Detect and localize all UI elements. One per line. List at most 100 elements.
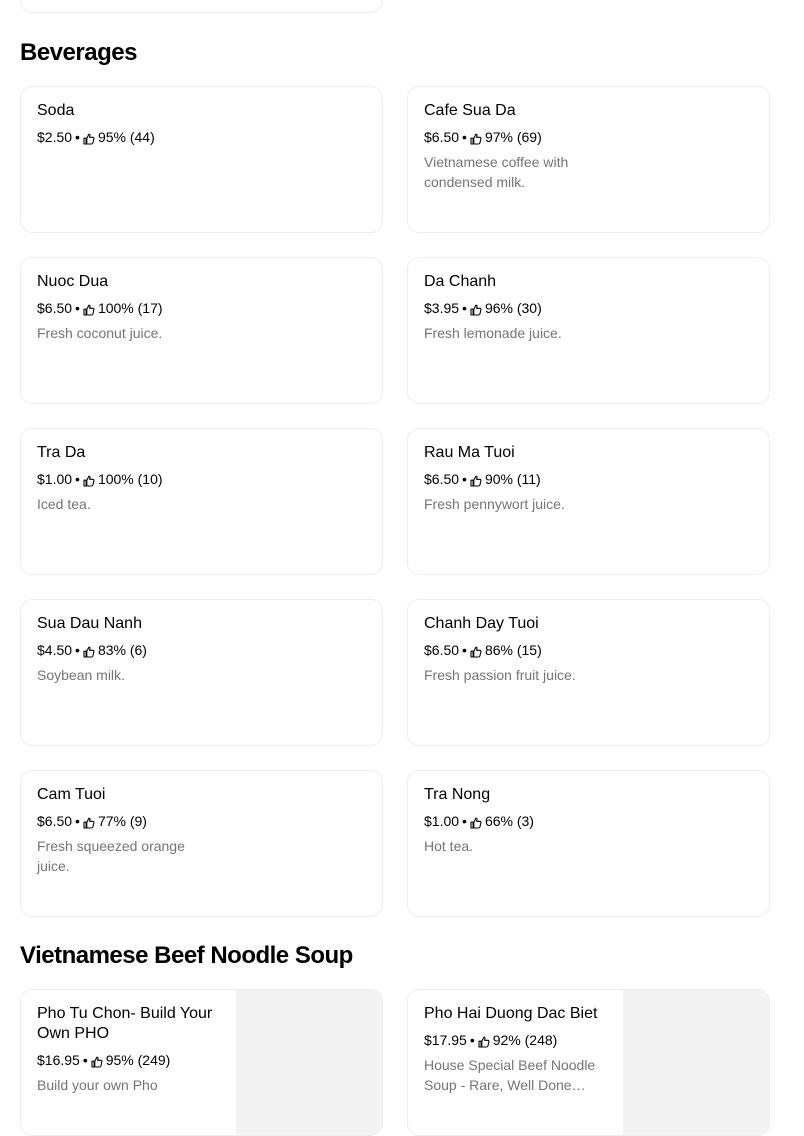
menu-item-card[interactable]: Cafe Sua Da $6.50 • 97% (69) Vietnamese coff… bbox=[407, 86, 770, 233]
item-rating: 90% (11) bbox=[484, 471, 541, 487]
item-price: $6.50 bbox=[37, 813, 73, 829]
thumbs-up-icon bbox=[470, 473, 482, 487]
item-price: $4.50 bbox=[37, 642, 73, 658]
separator: • bbox=[75, 300, 80, 316]
menu-item-card-partial[interactable] bbox=[20, 0, 383, 13]
item-name: Cafe Sua Da bbox=[424, 102, 516, 119]
item-meta: $6.50 • 86% (15) bbox=[424, 641, 542, 659]
item-rating: 95% (44) bbox=[97, 129, 155, 145]
separator: • bbox=[462, 129, 467, 145]
menu-item-card[interactable]: Tra Nong $1.00 • 66% (3) Hot tea. bbox=[407, 770, 770, 917]
separator: • bbox=[462, 813, 467, 829]
item-price: $2.50 bbox=[37, 129, 73, 145]
item-name: Nuoc Dua bbox=[37, 273, 109, 290]
thumbs-up-icon bbox=[470, 302, 482, 316]
thumbs-up-icon bbox=[470, 131, 482, 145]
thumbs-up-icon bbox=[83, 815, 95, 829]
item-description: Fresh coconut juice. bbox=[37, 325, 163, 341]
item-price: $3.95 bbox=[424, 300, 460, 316]
item-image bbox=[623, 990, 769, 1135]
separator: • bbox=[462, 642, 467, 658]
item-rating: 96% (30) bbox=[484, 300, 542, 316]
separator: • bbox=[82, 1052, 88, 1068]
menu-item-card[interactable]: Rau Ma Tuoi $6.50 • 90% (11) Fresh pennywort… bbox=[407, 428, 770, 575]
item-rating: 100% (10) bbox=[97, 471, 163, 487]
item-description: Fresh lemonade juice. bbox=[424, 325, 562, 341]
item-meta: $6.50 • 77% (9) bbox=[37, 812, 147, 830]
item-meta: $17.95 • 92% (248) bbox=[424, 1031, 557, 1049]
item-meta: $2.50 • 95% (44) bbox=[37, 128, 155, 146]
item-description: Soybean milk. bbox=[37, 667, 125, 683]
thumbs-up-icon bbox=[478, 1034, 490, 1048]
item-price: $16.95 bbox=[37, 1052, 80, 1068]
item-description: House Special Beef Noodle Soup - Rare, W… bbox=[424, 1057, 596, 1093]
item-price: $6.50 bbox=[424, 642, 460, 658]
menu-item-card[interactable]: Nuoc Dua $6.50 • 100% (17) Fresh coconut jui… bbox=[20, 257, 383, 404]
item-meta: $1.00 • 100% (10) bbox=[37, 470, 163, 488]
item-image bbox=[236, 990, 382, 1135]
item-description: Fresh passion fruit juice. bbox=[424, 667, 576, 683]
menu-item-card[interactable]: Chanh Day Tuoi $6.50 • 86% (15) Fresh passio… bbox=[407, 599, 770, 746]
menu-item-card[interactable]: Da Chanh $3.95 • 96% (30) Fresh lemonade jui… bbox=[407, 257, 770, 404]
item-description: Build your own Pho bbox=[37, 1077, 158, 1093]
item-name: Chanh Day Tuoi bbox=[424, 615, 539, 632]
item-rating: 95% (249) bbox=[105, 1052, 171, 1068]
menu-item-card-partial[interactable] bbox=[407, 0, 770, 13]
thumbs-up-icon bbox=[83, 644, 95, 658]
menu-item-card[interactable]: Sua Dau Nanh $4.50 • 83% (6) Soybean milk. bbox=[20, 599, 383, 746]
item-name: Rau Ma Tuoi bbox=[424, 444, 515, 461]
separator: • bbox=[469, 1032, 475, 1048]
item-meta: $6.50 • 90% (11) bbox=[424, 470, 541, 488]
item-meta: $6.50 • 97% (69) bbox=[424, 128, 542, 146]
thumbs-up-icon bbox=[470, 644, 482, 658]
menu-item-card[interactable]: Pho Tu Chon- Build Your Own PHO $16.95 • 95… bbox=[20, 989, 383, 1136]
section-title-pho: Vietnamese Beef Noodle Soup bbox=[20, 942, 353, 969]
item-description: Fresh squeezed orange juice. bbox=[37, 838, 185, 874]
item-name: Sua Dau Nanh bbox=[37, 615, 142, 632]
thumbs-up-icon bbox=[91, 1054, 103, 1068]
item-rating: 83% (6) bbox=[97, 642, 147, 658]
item-price: $17.95 bbox=[424, 1032, 467, 1048]
item-meta: $4.50 • 83% (6) bbox=[37, 641, 147, 659]
item-rating: 86% (15) bbox=[484, 642, 542, 658]
item-rating: 66% (3) bbox=[484, 813, 534, 829]
item-price: $6.50 bbox=[424, 129, 460, 145]
separator: • bbox=[75, 813, 80, 829]
item-name: Pho Tu Chon- Build Your Own PHO bbox=[37, 1005, 213, 1042]
separator: • bbox=[75, 471, 80, 487]
item-meta: $1.00 • 66% (3) bbox=[424, 812, 534, 830]
item-name: Tra Da bbox=[37, 444, 86, 461]
item-description: Fresh pennywort juice. bbox=[424, 496, 565, 512]
item-description: Vietnamese coffee with condensed milk. bbox=[424, 154, 569, 190]
item-description: Iced tea. bbox=[37, 496, 91, 512]
thumbs-up-icon bbox=[83, 473, 95, 487]
item-price: $6.50 bbox=[37, 300, 73, 316]
item-name: Da Chanh bbox=[424, 273, 497, 290]
menu-item-card[interactable]: Tra Da $1.00 • 100% (10) Iced tea. bbox=[20, 428, 383, 575]
menu-item-card[interactable]: Pho Hai Duong Dac Biet $17.95 • 92% (248) Ho… bbox=[407, 989, 770, 1136]
item-meta: $3.95 • 96% (30) bbox=[424, 299, 542, 317]
menu-item-card[interactable]: Soda $2.50 • 95% (44) bbox=[20, 86, 383, 233]
thumbs-up-icon bbox=[83, 131, 95, 145]
item-rating: 97% (69) bbox=[484, 129, 542, 145]
item-rating: 100% (17) bbox=[97, 300, 163, 316]
item-price: $1.00 bbox=[37, 471, 73, 487]
item-name: Pho Hai Duong Dac Biet bbox=[424, 1005, 598, 1022]
separator: • bbox=[462, 471, 467, 487]
item-name: Cam Tuoi bbox=[37, 786, 106, 803]
thumbs-up-icon bbox=[470, 815, 482, 829]
section-title-beverages: Beverages bbox=[20, 39, 137, 66]
item-name: Tra Nong bbox=[424, 786, 491, 803]
thumbs-up-icon bbox=[83, 302, 95, 316]
separator: • bbox=[75, 642, 80, 658]
item-meta: $6.50 • 100% (17) bbox=[37, 299, 163, 317]
separator: • bbox=[75, 129, 80, 145]
item-rating: 92% (248) bbox=[492, 1032, 558, 1048]
item-name: Soda bbox=[37, 102, 75, 119]
item-price: $1.00 bbox=[424, 813, 460, 829]
item-rating: 77% (9) bbox=[97, 813, 147, 829]
item-price: $6.50 bbox=[424, 471, 460, 487]
item-description: Hot tea. bbox=[424, 838, 474, 854]
menu-item-card[interactable]: Cam Tuoi $6.50 • 77% (9) Fresh squeezed oran… bbox=[20, 770, 383, 917]
item-meta: $16.95 • 95% (249) bbox=[37, 1051, 170, 1069]
